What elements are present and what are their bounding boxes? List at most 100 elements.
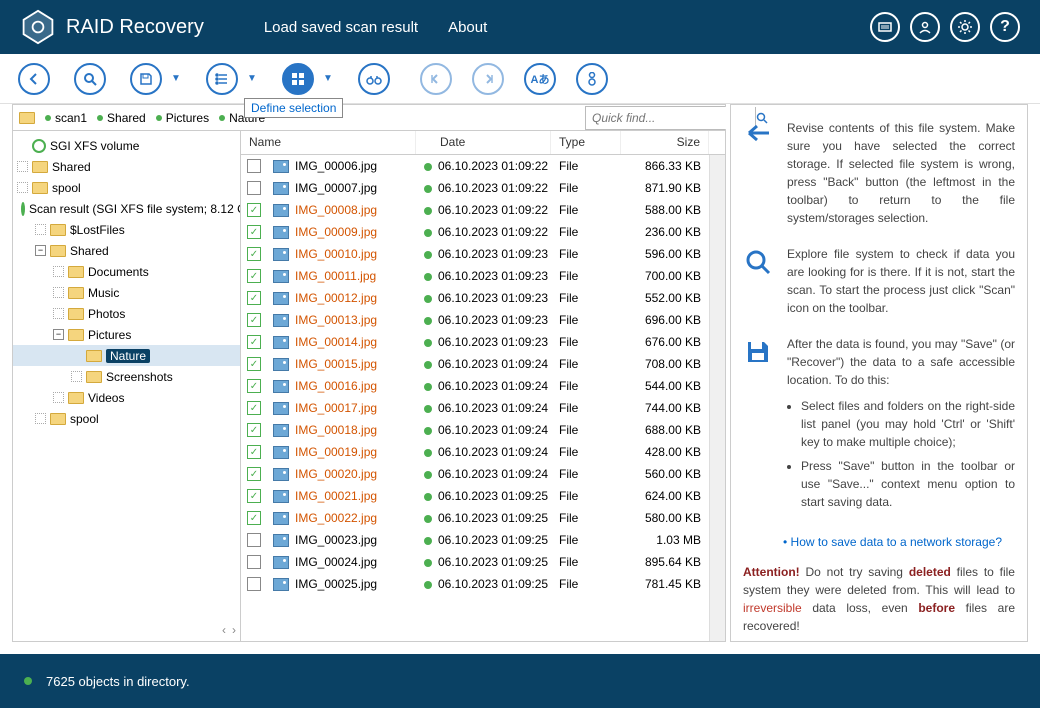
- checkbox[interactable]: ✓: [247, 357, 261, 371]
- tree-node[interactable]: −Pictures: [13, 324, 240, 345]
- image-icon: [273, 314, 289, 327]
- checkbox[interactable]: ✓: [247, 203, 261, 217]
- tree-node[interactable]: Videos: [13, 387, 240, 408]
- help-icon[interactable]: ?: [990, 12, 1020, 42]
- table-row[interactable]: IMG_00023.jpg06.10.2023 01:09:25File1.03…: [241, 529, 709, 551]
- table-row[interactable]: ✓IMG_00018.jpg06.10.2023 01:09:24File688…: [241, 419, 709, 441]
- image-icon: [273, 490, 289, 503]
- menu-about[interactable]: About: [448, 19, 487, 36]
- file-rows[interactable]: IMG_00006.jpg06.10.2023 01:09:22File866.…: [241, 155, 709, 641]
- scrollbar[interactable]: [709, 155, 725, 641]
- help-link[interactable]: How to save data to a network storage?: [783, 535, 1002, 549]
- file-list: Name Date Type Size IMG_00006.jpg06.10.2…: [241, 131, 725, 641]
- tree-node[interactable]: Scan result (SGI XFS file system; 8.12 G…: [13, 198, 240, 219]
- next-button[interactable]: [472, 63, 504, 95]
- table-row[interactable]: IMG_00024.jpg06.10.2023 01:09:25File895.…: [241, 551, 709, 573]
- image-icon: [273, 226, 289, 239]
- checkbox[interactable]: ✓: [247, 489, 261, 503]
- breadcrumb-bar: scan1 Shared Pictures Nature: [12, 104, 726, 130]
- checkbox[interactable]: ✓: [247, 225, 261, 239]
- checkbox[interactable]: [247, 159, 261, 173]
- table-row[interactable]: ✓IMG_00017.jpg06.10.2023 01:09:24File744…: [241, 397, 709, 419]
- table-row[interactable]: ✓IMG_00020.jpg06.10.2023 01:09:24File560…: [241, 463, 709, 485]
- checkbox[interactable]: ✓: [247, 335, 261, 349]
- col-type[interactable]: Type: [551, 131, 621, 154]
- table-row[interactable]: ✓IMG_00019.jpg06.10.2023 01:09:24File428…: [241, 441, 709, 463]
- gear-icon[interactable]: [950, 12, 980, 42]
- tree-node[interactable]: Shared: [13, 156, 240, 177]
- table-row[interactable]: ✓IMG_00014.jpg06.10.2023 01:09:23File676…: [241, 331, 709, 353]
- table-row[interactable]: ✓IMG_00016.jpg06.10.2023 01:09:24File544…: [241, 375, 709, 397]
- checkbox[interactable]: [247, 181, 261, 195]
- table-row[interactable]: ✓IMG_00013.jpg06.10.2023 01:09:23File696…: [241, 309, 709, 331]
- selection-button[interactable]: [282, 63, 314, 95]
- checkbox[interactable]: ✓: [247, 379, 261, 393]
- header-actions: ?: [870, 12, 1020, 42]
- tree-node[interactable]: −Shared: [13, 240, 240, 261]
- table-row[interactable]: IMG_00025.jpg06.10.2023 01:09:25File781.…: [241, 573, 709, 595]
- checkbox[interactable]: ✓: [247, 445, 261, 459]
- save-dropdown[interactable]: ▼: [170, 73, 182, 84]
- checkbox[interactable]: ✓: [247, 269, 261, 283]
- table-row[interactable]: ✓IMG_00009.jpg06.10.2023 01:09:22File236…: [241, 221, 709, 243]
- image-icon: [273, 468, 289, 481]
- back-button[interactable]: [18, 63, 50, 95]
- help-panel: Revise contents of this file system. Mak…: [730, 104, 1028, 642]
- selection-dropdown[interactable]: ▼: [322, 73, 334, 84]
- encoding-button[interactable]: Aあ: [524, 63, 556, 95]
- col-name[interactable]: Name: [241, 131, 416, 154]
- tree-node[interactable]: spool: [13, 408, 240, 429]
- prev-button[interactable]: [420, 63, 452, 95]
- tree-node[interactable]: Nature: [13, 345, 240, 366]
- table-row[interactable]: IMG_00007.jpg06.10.2023 01:09:22File871.…: [241, 177, 709, 199]
- table-row[interactable]: ✓IMG_00012.jpg06.10.2023 01:09:23File552…: [241, 287, 709, 309]
- header-button-1[interactable]: [870, 12, 900, 42]
- tree-node[interactable]: $LostFiles: [13, 219, 240, 240]
- table-row[interactable]: ✓IMG_00008.jpg06.10.2023 01:09:22File588…: [241, 199, 709, 221]
- save-button[interactable]: [130, 63, 162, 95]
- checkbox[interactable]: [247, 555, 261, 569]
- image-icon: [273, 336, 289, 349]
- table-row[interactable]: ✓IMG_00021.jpg06.10.2023 01:09:25File624…: [241, 485, 709, 507]
- main-menu: Load saved scan result About: [264, 19, 487, 36]
- image-icon: [273, 556, 289, 569]
- checkbox[interactable]: [247, 533, 261, 547]
- tree-node[interactable]: spool: [13, 177, 240, 198]
- folder-tree[interactable]: SGI XFS volumeSharedspoolScan result (SG…: [13, 131, 241, 641]
- image-icon: [273, 270, 289, 283]
- binoculars-button[interactable]: [358, 63, 390, 95]
- table-row[interactable]: ✓IMG_00010.jpg06.10.2023 01:09:23File596…: [241, 243, 709, 265]
- tree-node[interactable]: SGI XFS volume: [13, 135, 240, 156]
- col-date[interactable]: Date: [416, 131, 551, 154]
- checkbox[interactable]: ✓: [247, 401, 261, 415]
- user-icon[interactable]: [910, 12, 940, 42]
- tree-node[interactable]: Photos: [13, 303, 240, 324]
- user2-button[interactable]: [576, 63, 608, 95]
- checkbox[interactable]: ✓: [247, 247, 261, 261]
- checkbox[interactable]: ✓: [247, 313, 261, 327]
- save-icon: [743, 335, 773, 517]
- column-headers[interactable]: Name Date Type Size: [241, 131, 725, 155]
- tree-node[interactable]: Documents: [13, 261, 240, 282]
- list-view-button[interactable]: [206, 63, 238, 95]
- tree-node[interactable]: Screenshots: [13, 366, 240, 387]
- image-icon: [273, 534, 289, 547]
- status-bar: 7625 objects in directory.: [0, 654, 1040, 708]
- menu-load-result[interactable]: Load saved scan result: [264, 19, 418, 36]
- col-size[interactable]: Size: [621, 131, 709, 154]
- table-row[interactable]: ✓IMG_00011.jpg06.10.2023 01:09:23File700…: [241, 265, 709, 287]
- checkbox[interactable]: [247, 577, 261, 591]
- image-icon: [273, 380, 289, 393]
- image-icon: [273, 402, 289, 415]
- list-dropdown[interactable]: ▼: [246, 73, 258, 84]
- table-row[interactable]: ✓IMG_00022.jpg06.10.2023 01:09:25File580…: [241, 507, 709, 529]
- checkbox[interactable]: ✓: [247, 511, 261, 525]
- app-title: RAID Recovery: [66, 16, 204, 39]
- tree-node[interactable]: Music: [13, 282, 240, 303]
- checkbox[interactable]: ✓: [247, 291, 261, 305]
- checkbox[interactable]: ✓: [247, 423, 261, 437]
- checkbox[interactable]: ✓: [247, 467, 261, 481]
- search-button[interactable]: [74, 63, 106, 95]
- table-row[interactable]: IMG_00006.jpg06.10.2023 01:09:22File866.…: [241, 155, 709, 177]
- table-row[interactable]: ✓IMG_00015.jpg06.10.2023 01:09:24File708…: [241, 353, 709, 375]
